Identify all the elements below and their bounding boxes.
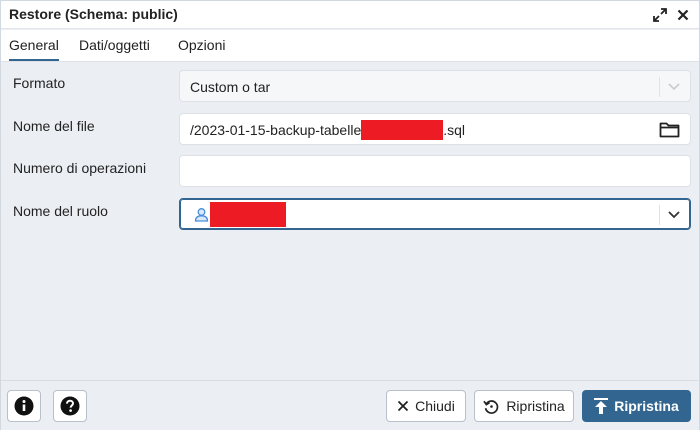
info-icon <box>14 396 34 416</box>
reset-button-label: Ripristina <box>506 398 565 414</box>
dialog-titlebar: Restore (Schema: public) <box>1 1 699 29</box>
format-value: Custom o tar <box>190 79 271 95</box>
role-label: Nome del ruolo <box>13 203 108 219</box>
tab-dati-oggetti[interactable]: Dati/oggetti <box>79 37 150 59</box>
x-icon <box>398 400 409 412</box>
format-label: Formato <box>13 75 66 91</box>
restore-dialog: Restore (Schema: public) General Dati/og… <box>0 0 700 430</box>
tab-opzioni[interactable]: Opzioni <box>178 37 225 59</box>
help-button[interactable] <box>53 390 87 422</box>
restore-submit-button[interactable]: Ripristina <box>582 390 691 422</box>
reset-button[interactable]: Ripristina <box>474 390 574 422</box>
role-select[interactable] <box>179 198 691 230</box>
reset-icon <box>483 399 499 414</box>
filename-value: /2023-01-15-backup-tabelle .sql <box>190 120 466 140</box>
redacted-block <box>361 120 444 140</box>
upload-icon <box>594 398 609 414</box>
help-icon <box>60 396 80 416</box>
folder-icon[interactable] <box>659 121 680 138</box>
jobs-input[interactable] <box>179 155 691 187</box>
dialog-title: Restore (Schema: public) <box>9 6 178 22</box>
user-icon <box>194 208 209 222</box>
format-select[interactable]: Custom o tar <box>179 70 691 102</box>
dialog-footer: Chiudi Ripristina Ripristina <box>1 380 699 430</box>
redacted-block <box>210 202 286 227</box>
restore-submit-label: Ripristina <box>614 398 679 414</box>
tab-general[interactable]: General <box>9 37 59 61</box>
tab-bar: General Dati/oggetti Opzioni <box>1 30 699 62</box>
jobs-label: Numero di operazioni <box>13 160 147 176</box>
close-button[interactable]: Chiudi <box>386 390 466 422</box>
close-icon[interactable] <box>674 6 692 24</box>
chevron-down-icon[interactable] <box>666 206 682 222</box>
maximize-icon[interactable] <box>651 6 669 24</box>
filename-input[interactable]: /2023-01-15-backup-tabelle .sql <box>179 113 691 145</box>
chevron-down-icon <box>668 83 680 91</box>
info-button[interactable] <box>7 390 41 422</box>
close-button-label: Chiudi <box>415 398 455 414</box>
filename-label: Nome del file <box>13 118 95 134</box>
select-separator <box>659 205 660 225</box>
select-separator <box>659 77 660 97</box>
